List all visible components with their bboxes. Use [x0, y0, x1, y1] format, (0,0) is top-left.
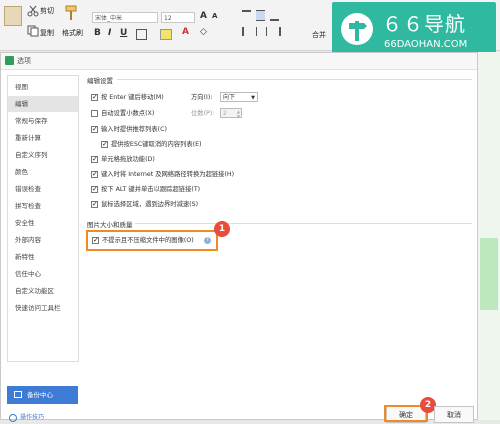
image-settings-title: 图片大小和质量	[87, 221, 133, 229]
bold-button[interactable]: B	[94, 28, 101, 38]
font-size-select[interactable]: 12	[161, 12, 195, 23]
align-top-icon[interactable]	[242, 10, 251, 21]
checkbox[interactable]	[91, 184, 98, 194]
direction-value: 向下	[223, 94, 236, 101]
watermark-url: 66DAOHAN.COM	[384, 39, 468, 50]
sidebar-item-trust-center[interactable]: 信任中心	[8, 266, 78, 282]
sidebar-item-quick-access[interactable]: 快速访问工具栏	[8, 300, 78, 316]
tips-link[interactable]: 操作技巧	[9, 412, 44, 422]
align-buttons-group	[242, 10, 312, 42]
annotation-highlight-box	[86, 230, 218, 251]
tips-icon	[9, 413, 17, 422]
option-label: 鼠标选择区域，遇到边界时减速(S)	[101, 201, 199, 208]
align-left-icon[interactable]	[242, 27, 253, 36]
image-settings-divider	[135, 223, 472, 224]
digits-value: 2	[223, 110, 227, 117]
sidebar-item-custom-lists[interactable]: 自定义序列	[8, 147, 78, 163]
sidebar-item-external-content[interactable]: 外部内容	[8, 232, 78, 248]
sidebar-item-general-save[interactable]: 常规与保存	[8, 113, 78, 129]
annotation-badge-1: 1	[214, 221, 230, 237]
align-center-icon[interactable]	[256, 27, 267, 36]
direction-label: 方向(I):	[191, 94, 213, 101]
align-middle-icon[interactable]	[256, 10, 265, 21]
fill-color-icon[interactable]	[160, 29, 172, 40]
font-grow-button[interactable]: A	[200, 11, 207, 21]
chevron-down-icon: ▼	[251, 95, 255, 101]
clear-format-button[interactable]: ◇	[200, 27, 207, 37]
checkbox[interactable]	[91, 169, 98, 179]
sidebar-item-customize-ribbon[interactable]: 自定义功能区	[8, 283, 78, 299]
border-icon[interactable]	[136, 29, 147, 40]
backup-center-label: 备份中心	[27, 391, 53, 399]
sidebar-item-color[interactable]: 颜色	[8, 164, 78, 180]
checkbox[interactable]	[91, 110, 98, 117]
dialog-titlebar: 选项	[1, 53, 477, 70]
dialog-title: 选项	[17, 57, 31, 65]
underline-button[interactable]: U	[120, 28, 127, 38]
format-painter-button[interactable]: 格式刷	[62, 28, 83, 38]
options-dialog: 选项 视图 编辑 常规与保存 重新计算 自定义序列 颜色 错误检查 拼写检查 安…	[0, 52, 478, 422]
align-bottom-icon[interactable]	[270, 10, 279, 21]
signpost-logo-icon	[341, 13, 373, 45]
sidebar-item-recalculate[interactable]: 重新计算	[8, 130, 78, 146]
align-right-icon[interactable]	[270, 27, 281, 36]
cancel-button[interactable]: 取消	[434, 406, 474, 423]
watermark-title: ６６导航	[382, 12, 466, 36]
app-icon	[5, 56, 14, 65]
sheet-background-strip	[478, 52, 500, 420]
copy-icon[interactable]	[27, 25, 39, 37]
option-label: 提供按ESC键取消的内容列表(E)	[111, 141, 202, 148]
sidebar-item-new-features[interactable]: 新特性	[8, 249, 78, 265]
copy-button[interactable]: 复制	[40, 28, 54, 38]
option-label: 单元格拖放功能(D)	[101, 156, 155, 163]
sidebar-item-security[interactable]: 安全性	[8, 215, 78, 231]
checkbox[interactable]	[91, 199, 98, 209]
option-label: 自动设置小数点(X)	[101, 110, 155, 117]
paste-icon[interactable]	[4, 6, 22, 26]
option-label: 键入时将 Internet 及网络路径转换为超链接(H)	[101, 171, 235, 178]
italic-button[interactable]: I	[108, 28, 111, 38]
sidebar-item-edit[interactable]: 编辑	[8, 96, 78, 112]
sidebar-item-error-check[interactable]: 错误检查	[8, 181, 78, 197]
format-painter-icon[interactable]	[64, 5, 78, 21]
edit-settings-title: 编辑设置	[87, 77, 113, 85]
edit-settings-divider	[117, 79, 472, 80]
option-label: 输入时提供推荐列表(C)	[101, 126, 167, 133]
cut-button[interactable]: 剪切	[40, 6, 54, 16]
option-label: 按下 ALT 键并单击以跟踪超链接(T)	[101, 186, 201, 193]
digits-label: 位数(P):	[191, 110, 215, 117]
checkbox[interactable]	[91, 124, 98, 134]
font-shrink-button[interactable]: A	[212, 12, 217, 20]
spinner-arrows-icon: ▲ ▼	[236, 109, 240, 119]
backup-icon	[14, 391, 22, 398]
sidebar-item-spell-check[interactable]: 拼写检查	[8, 198, 78, 214]
backup-center-button[interactable]: 备份中心	[7, 386, 78, 404]
options-sidebar: 视图 编辑 常规与保存 重新计算 自定义序列 颜色 错误检查 拼写检查 安全性 …	[7, 75, 79, 362]
selected-cells	[480, 238, 498, 310]
font-color-button[interactable]: A	[182, 27, 189, 37]
direction-select[interactable]: 向下 ▼	[220, 92, 258, 102]
checkbox[interactable]	[91, 92, 98, 102]
merge-button[interactable]: 合并	[312, 30, 326, 40]
font-name-select[interactable]: 宋体_中米	[92, 12, 158, 23]
checkbox[interactable]	[101, 139, 108, 149]
scissors-icon[interactable]	[27, 5, 39, 17]
sidebar-item-view[interactable]: 视图	[8, 79, 78, 95]
digits-spinner[interactable]: 2 ▲ ▼	[220, 108, 242, 119]
checkbox[interactable]	[91, 154, 98, 164]
option-label: 按 Enter 键后移动(M)	[101, 94, 164, 101]
